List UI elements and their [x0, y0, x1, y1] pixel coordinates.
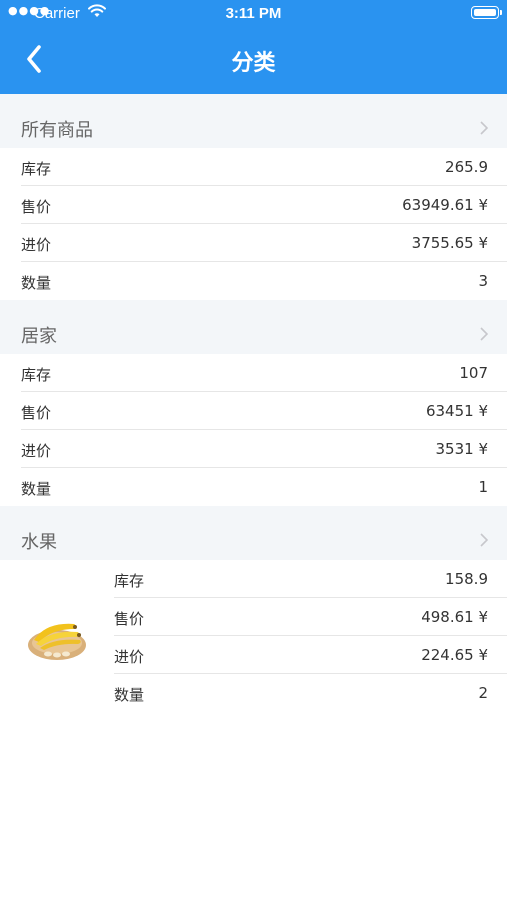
- list-item: 售价 63949.61 ¥: [0, 186, 507, 224]
- page-title: 分类: [231, 51, 276, 76]
- chevron-right-icon: [480, 533, 488, 547]
- navigation-bar: ●●●● Carrier 3:11 PM 分类: [0, 0, 507, 94]
- row-label: 数量: [114, 686, 145, 704]
- row-label: 进价: [21, 236, 52, 254]
- list-item: 售价 63451 ¥: [0, 392, 507, 430]
- list-item: 数量 3: [0, 262, 507, 300]
- row-value: 265.9: [445, 158, 488, 176]
- row-value: 63949.61 ¥: [402, 196, 488, 214]
- list-item: 售价 498.61 ¥: [93, 598, 507, 636]
- chevron-right-icon: [480, 121, 488, 135]
- row-value: 1: [478, 478, 488, 496]
- battery-icon: [471, 6, 502, 19]
- list-item: 库存 107: [0, 354, 507, 392]
- product-details: 库存 158.9 售价 498.61 ¥ 进价 224.65 ¥ 数量 2: [93, 560, 507, 712]
- list-item: 进价 3755.65 ¥: [0, 224, 507, 262]
- row-label: 数量: [21, 274, 52, 292]
- row-label: 库存: [21, 160, 52, 178]
- list-item: 进价 3531 ¥: [0, 430, 507, 468]
- status-time: 3:11 PM: [225, 5, 282, 22]
- chevron-right-icon: [480, 327, 488, 341]
- row-label: 库存: [21, 366, 52, 384]
- row-label: 数量: [21, 480, 52, 498]
- product-item[interactable]: 库存 158.9 售价 498.61 ¥ 进价 224.65 ¥ 数量 2: [0, 560, 507, 712]
- row-label: 售价: [21, 404, 52, 422]
- row-label: 库存: [114, 572, 145, 590]
- row-value: 224.65 ¥: [421, 646, 488, 664]
- section-title: 居家: [21, 326, 57, 347]
- banana-plate-image: [28, 623, 86, 660]
- row-value: 3: [478, 272, 488, 290]
- row-label: 进价: [21, 442, 52, 460]
- list-item: 库存 158.9: [93, 560, 507, 598]
- row-value: 498.61 ¥: [421, 608, 488, 626]
- row-value: 107: [459, 364, 488, 382]
- section-header-home[interactable]: 居家: [0, 300, 507, 354]
- list-item: 数量 1: [0, 468, 507, 506]
- status-bar: ●●●● Carrier 3:11 PM: [0, 0, 507, 26]
- row-value: 3531 ¥: [435, 440, 489, 458]
- section-title: 所有商品: [21, 120, 93, 141]
- row-value: 158.9: [445, 570, 488, 588]
- row-label: 进价: [114, 648, 145, 666]
- row-value: 2: [478, 684, 488, 702]
- row-value: 3755.65 ¥: [411, 234, 488, 252]
- row-label: 售价: [114, 610, 145, 628]
- list-item: 库存 265.9: [0, 148, 507, 186]
- list-item: 数量 2: [93, 674, 507, 712]
- row-label: 售价: [21, 198, 52, 216]
- section-header-fruit[interactable]: 水果: [0, 506, 507, 560]
- category-list: 所有商品 库存 265.9 售价 63949.61 ¥ 进价 3755.65 ¥…: [0, 94, 507, 712]
- section-header-all-goods[interactable]: 所有商品: [0, 94, 507, 148]
- section-title: 水果: [21, 532, 57, 553]
- row-value: 63451 ¥: [425, 402, 488, 420]
- list-item: 进价 224.65 ¥: [93, 636, 507, 674]
